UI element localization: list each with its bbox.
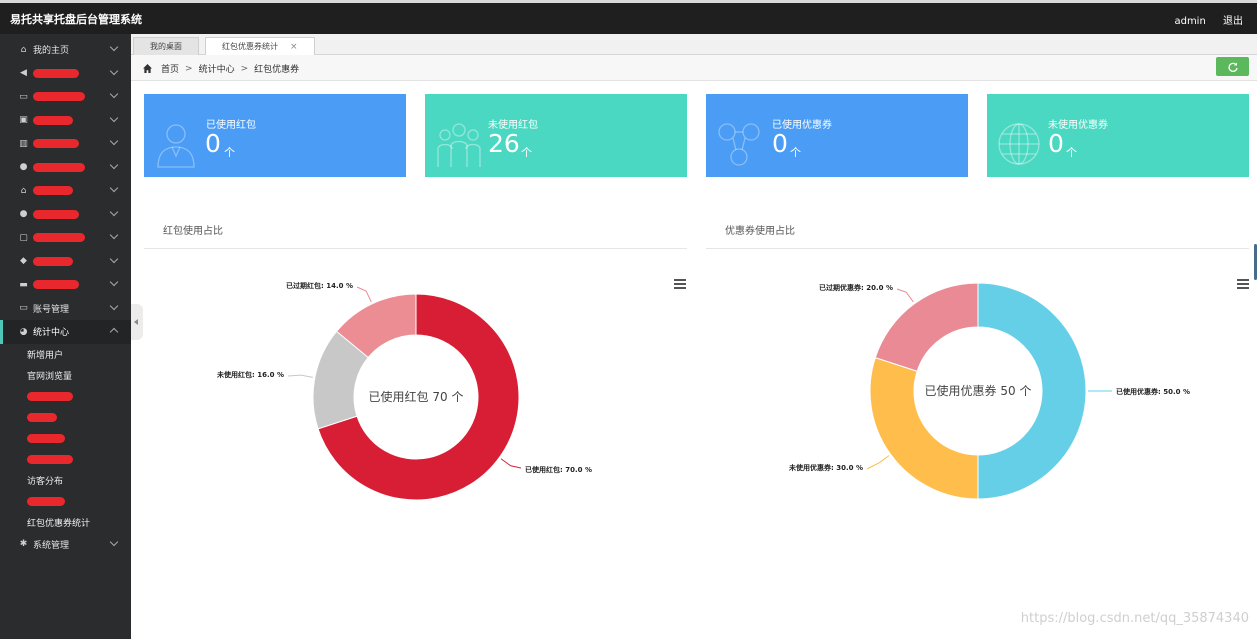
label-leader-line — [287, 374, 313, 378]
label-leader-line — [866, 455, 890, 470]
pie-slice[interactable] — [869, 356, 979, 500]
data-label: 已过期红包: 14.0 % — [286, 281, 353, 290]
label-leader-line — [896, 288, 914, 303]
data-label: 已使用优惠券: 50.0 % — [1116, 387, 1190, 396]
label-leader-line — [356, 286, 372, 303]
donut-charts: 已使用红包: 70.0 % 未使用红包: 16.0 % 已过期红包: 14.0 % 已… — [217, 281, 1190, 501]
data-label: 已使用红包: 70.0 % — [525, 465, 592, 474]
data-label: 已过期优惠券: 20.0 % — [819, 283, 893, 292]
donut-center-label: 已使用红包 70 个 — [369, 389, 464, 404]
watermark: https://blog.csdn.net/qq_35874340 — [1020, 611, 1249, 626]
data-label: 未使用红包: 16.0 % — [217, 370, 284, 379]
label-leader-line — [500, 458, 522, 469]
data-label: 未使用优惠券: 30.0 % — [789, 463, 863, 472]
donut-center-label: 已使用优惠券 50 个 — [925, 383, 1032, 398]
pie-slice[interactable] — [874, 282, 979, 372]
